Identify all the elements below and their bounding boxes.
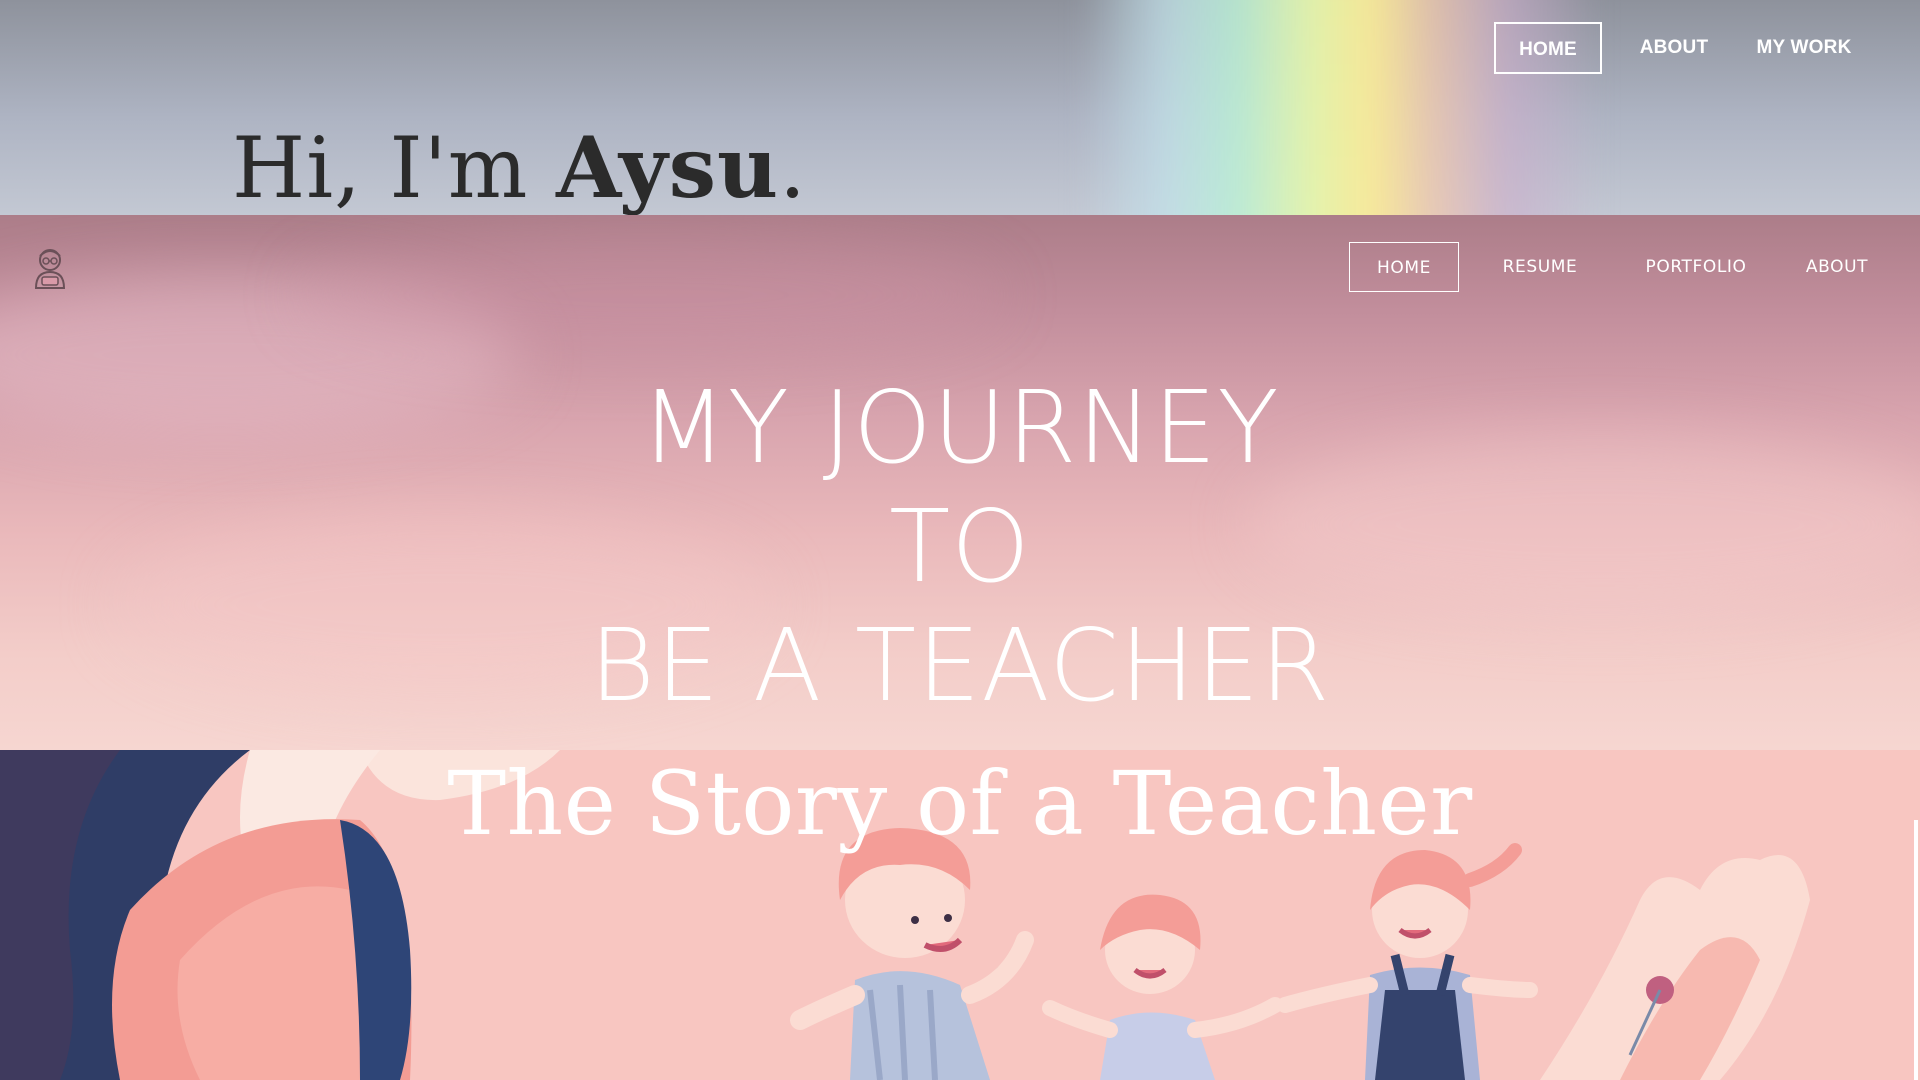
nav-about-button[interactable]: ABOUT (1618, 22, 1730, 74)
nav-my-work-button[interactable]: MY WORK (1744, 22, 1864, 74)
headline-line: BE A TEACHER (589, 606, 1331, 724)
about-hero-section: HOME ABOUT MY WORK Hi, I'm Aysu. (0, 0, 1920, 215)
cloud-decoration (300, 235, 1000, 355)
nav-about-button[interactable]: ABOUT (1790, 242, 1884, 292)
journey-headline: MY JOURNEY TO BE A TEACHER (0, 368, 1920, 725)
nav-home-button[interactable]: HOME (1494, 22, 1602, 74)
greeting-heading: Hi, I'm Aysu. (232, 118, 807, 215)
nav-resume-button[interactable]: RESUME (1480, 242, 1600, 292)
teacher-avatar-icon[interactable] (28, 244, 72, 292)
greeting-suffix: . (779, 119, 807, 215)
nav-portfolio-button[interactable]: PORTFOLIO (1624, 242, 1768, 292)
story-title: The Story of a Teacher (447, 752, 1473, 855)
headline-line: TO (889, 487, 1031, 605)
journey-hero-section: HOME RESUME PORTFOLIO ABOUT MY JOURNEY T… (0, 215, 1920, 750)
headline-line: MY JOURNEY (640, 368, 1280, 486)
greeting-prefix: Hi, I'm (232, 119, 557, 215)
nav-home-button[interactable]: HOME (1349, 242, 1459, 292)
story-section: The Story of a Teacher (0, 750, 1920, 1080)
greeting-name: Aysu (556, 118, 780, 215)
